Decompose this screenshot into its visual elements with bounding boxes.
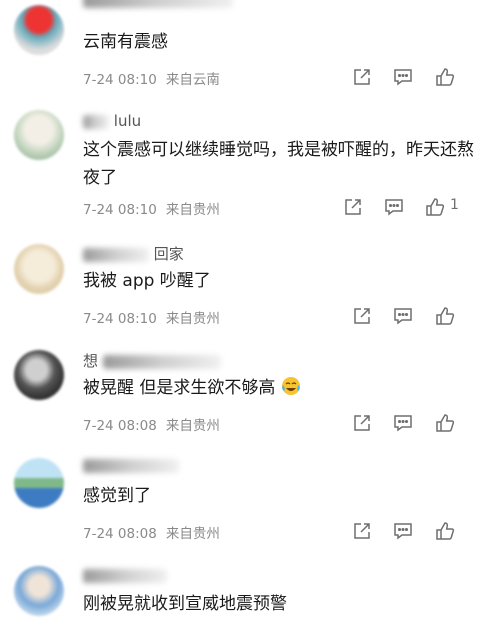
comment-text: 感觉到了: [83, 486, 151, 506]
comment-text: 我被 app 吵醒了: [83, 271, 211, 291]
comment-actions: [341, 519, 481, 543]
avatar[interactable]: [14, 110, 64, 160]
comment-actions: [341, 304, 481, 328]
avatar[interactable]: [14, 244, 64, 294]
comment-username[interactable]: [83, 566, 167, 584]
comment-username[interactable]: 回家: [83, 243, 184, 264]
comment-location: 来自贵州: [165, 418, 220, 434]
comment-time: 7-24 08:10: [83, 72, 157, 88]
comment-meta: 7-24 08:08 来自贵州: [83, 414, 220, 434]
share-icon[interactable]: [350, 519, 374, 543]
comment-icon[interactable]: [391, 304, 415, 328]
comment-text: 刚被晃就收到宣威地震预警: [83, 594, 287, 614]
thumbs-up-icon[interactable]: [423, 195, 447, 219]
comment-location: 来自云南: [165, 72, 220, 88]
comment-icon[interactable]: [391, 65, 415, 89]
comment-text: 云南有震感: [83, 32, 168, 52]
avatar[interactable]: [14, 458, 64, 508]
comment-username[interactable]: 想: [83, 350, 221, 371]
thumbs-up-icon[interactable]: [433, 304, 457, 328]
share-icon[interactable]: [350, 65, 374, 89]
thumbs-up-icon[interactable]: [433, 519, 457, 543]
comment-actions: [341, 411, 481, 435]
comment-meta: 7-24 08:10 来自云南: [83, 68, 220, 88]
comment-meta: 7-24 08:10 来自贵州: [83, 307, 220, 327]
comment-time: 7-24 08:10: [83, 311, 157, 327]
comment-time: 7-24 08:08: [83, 526, 157, 542]
comment-username[interactable]: [83, 456, 179, 474]
comment-username[interactable]: lulu: [83, 112, 141, 130]
comment-text: 被晃醒 但是求生欲不够高: [83, 374, 478, 402]
avatar[interactable]: [14, 566, 64, 616]
comment-time: 7-24 08:08: [83, 418, 157, 434]
comment-text: 这个震感可以继续睡觉吗，我是被吓醒的，昨天还熬夜了: [83, 140, 474, 188]
comment-icon[interactable]: [382, 195, 406, 219]
share-icon[interactable]: [350, 304, 374, 328]
thumbs-up-icon[interactable]: [433, 411, 457, 435]
comment-actions: [341, 65, 481, 89]
avatar[interactable]: [14, 350, 64, 400]
crying-laughing-emoji-icon: [281, 377, 300, 395]
comment-location: 来自贵州: [165, 526, 220, 542]
like-count: 1: [450, 197, 459, 213]
comment-icon[interactable]: [391, 519, 415, 543]
share-icon[interactable]: [341, 195, 365, 219]
comment-location: 来自贵州: [165, 311, 220, 327]
comment-icon[interactable]: [391, 411, 415, 435]
thumbs-up-icon[interactable]: [433, 65, 457, 89]
comment-username[interactable]: [83, 0, 233, 9]
avatar[interactable]: [14, 5, 64, 55]
share-icon[interactable]: [350, 411, 374, 435]
comment-location: 来自贵州: [165, 202, 220, 218]
comment-time: 7-24 08:10: [83, 202, 157, 218]
comment-actions: 1: [341, 195, 481, 219]
comment-meta: 7-24 08:08 来自贵州: [83, 522, 220, 542]
comment-meta: 7-24 08:10 来自贵州: [83, 198, 220, 218]
